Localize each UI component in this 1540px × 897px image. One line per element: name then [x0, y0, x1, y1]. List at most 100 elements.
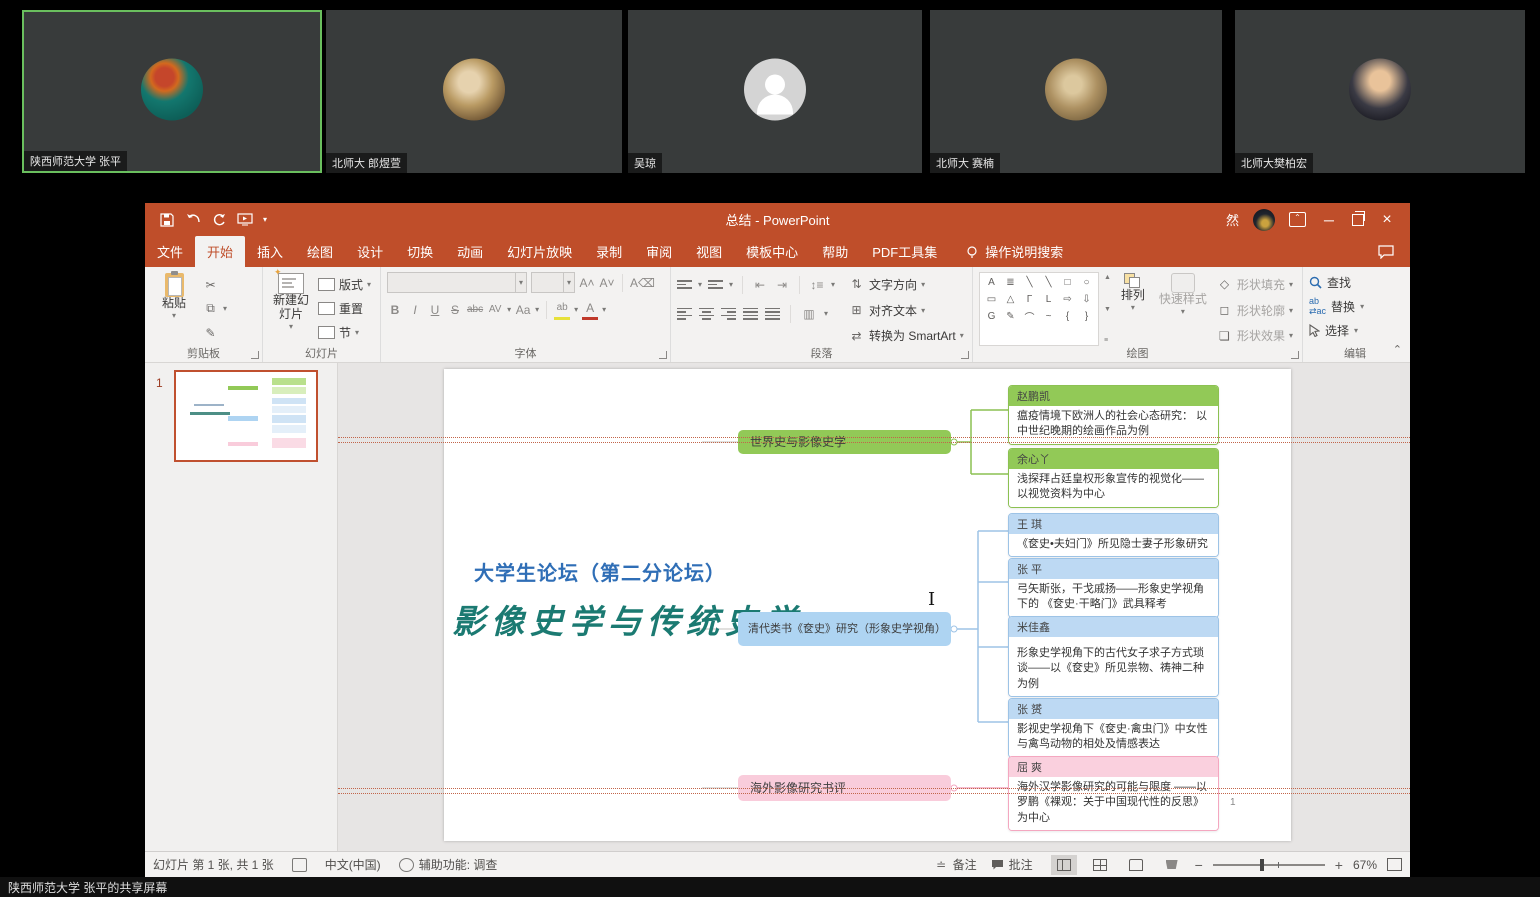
topic-card[interactable]: 赵鹏凯 瘟疫情境下欧洲人的社会心态研究： 以中世纪晚期的绘画作品为例: [1008, 385, 1219, 445]
select-button[interactable]: 选择▾: [1309, 320, 1401, 340]
shape-fill-button[interactable]: 形状填充: [1237, 276, 1285, 293]
align-center-icon[interactable]: [699, 308, 714, 320]
bullets-icon[interactable]: [677, 280, 692, 289]
shape-elbow-arrow-icon[interactable]: L: [1039, 291, 1058, 308]
tab-review[interactable]: 审阅: [634, 236, 684, 267]
strikethrough-button[interactable]: abc: [467, 301, 483, 319]
comments-button[interactable]: 批注: [991, 856, 1033, 873]
minimize-button[interactable]: ─: [1320, 212, 1338, 228]
quick-styles-button[interactable]: 快速样式▾: [1155, 272, 1211, 346]
video-tile[interactable]: 北师大 赛楠: [930, 10, 1222, 173]
decrease-font-icon[interactable]: A˅: [599, 274, 615, 292]
tab-view[interactable]: 视图: [684, 236, 734, 267]
line-spacing-icon[interactable]: ↕≡: [809, 276, 825, 294]
shape-brace-left-icon[interactable]: {: [1058, 308, 1077, 325]
zoom-level[interactable]: 67%: [1353, 858, 1377, 872]
increase-indent-icon[interactable]: ⇥: [774, 276, 790, 294]
clear-formatting-icon[interactable]: A⌫: [630, 274, 655, 292]
branch-node[interactable]: 清代类书《奁史》研究（形象史学视角）: [738, 612, 951, 646]
qat-customize-icon[interactable]: ▾: [263, 215, 267, 224]
video-tile[interactable]: 北师大樊柏宏: [1235, 10, 1525, 173]
slideshow-view-button[interactable]: [1159, 855, 1185, 875]
clipboard-dialog-launcher[interactable]: [251, 351, 259, 359]
zoom-in-button[interactable]: +: [1335, 857, 1343, 873]
topic-card[interactable]: 张 平 弓矢斯张，干戈戚扬——形象史学视角下的 《奁史·干略门》武具释考: [1008, 558, 1219, 618]
shape-elbow-icon[interactable]: Γ: [1020, 291, 1039, 308]
slide-thumbnail[interactable]: [174, 370, 318, 462]
align-right-icon[interactable]: [721, 308, 736, 320]
underline-button[interactable]: U: [427, 301, 443, 319]
change-case-button[interactable]: Aa: [515, 301, 531, 319]
redo-icon[interactable]: [211, 212, 227, 228]
paragraph-dialog-launcher[interactable]: [961, 351, 969, 359]
shape-curve-icon[interactable]: ~: [1039, 308, 1058, 325]
video-tile[interactable]: 吴琼: [628, 10, 922, 173]
shape-rounded-rect-icon[interactable]: ▭: [982, 291, 1001, 308]
ribbon-display-options-icon[interactable]: ⌃: [1289, 212, 1306, 227]
tab-insert[interactable]: 插入: [245, 236, 295, 267]
tab-draw[interactable]: 绘图: [295, 236, 345, 267]
undo-icon[interactable]: [185, 212, 201, 228]
shape-right-arrow-icon[interactable]: ⇨: [1058, 291, 1077, 308]
decrease-indent-icon[interactable]: ⇤: [752, 276, 768, 294]
find-button[interactable]: 查找: [1309, 272, 1401, 292]
shape-scribble-icon[interactable]: ✎: [1001, 308, 1020, 325]
tab-pdf-tools[interactable]: PDF工具集: [860, 236, 949, 267]
shape-effects-button[interactable]: 形状效果: [1237, 327, 1285, 344]
copy-icon[interactable]: ⧉: [202, 301, 219, 317]
cut-icon[interactable]: ✂: [202, 277, 219, 293]
tab-template-center[interactable]: 模板中心: [734, 236, 810, 267]
display-settings-icon[interactable]: [292, 858, 307, 872]
bold-button[interactable]: B: [387, 301, 403, 319]
justify-icon[interactable]: [743, 308, 758, 320]
shape-triangle-icon[interactable]: △: [1001, 291, 1020, 308]
new-slide-button[interactable]: 新建幻灯片▾: [269, 272, 313, 346]
layout-button[interactable]: 版式: [339, 276, 363, 293]
tab-slideshow[interactable]: 幻灯片放映: [495, 236, 584, 267]
tab-file[interactable]: 文件: [145, 236, 195, 267]
smartart-button[interactable]: 转换为 SmartArt: [869, 327, 956, 344]
align-text-button[interactable]: 对齐文本: [869, 302, 917, 319]
reset-button[interactable]: 重置: [339, 300, 363, 317]
topic-card[interactable]: 王 琪 《奁史•夫妇门》所见隐士妻子形象研究: [1008, 513, 1219, 557]
save-icon[interactable]: [159, 212, 175, 228]
font-name-combo[interactable]: ▾: [387, 272, 527, 293]
shape-oval-icon[interactable]: ○: [1077, 274, 1096, 291]
collapse-ribbon-icon[interactable]: ⌃: [1393, 343, 1402, 356]
topic-card[interactable]: 张 赟 影视史学视角下《奁史·禽虫门》中女性与禽鸟动物的相处及情感表达: [1008, 698, 1219, 758]
font-dialog-launcher[interactable]: [659, 351, 667, 359]
slide-sorter-view-button[interactable]: [1087, 855, 1113, 875]
paste-button[interactable]: 粘贴▾: [151, 272, 197, 346]
shape-textbox-icon[interactable]: A: [982, 274, 1001, 291]
slide-editing-surface[interactable]: 大学生论坛（第二分论坛） 影像史学与传统史学 世界史与影像史学 清代类书《奁史》…: [444, 369, 1291, 841]
shape-arrow-line-icon[interactable]: ╲: [1039, 274, 1058, 291]
shape-outline-button[interactable]: 形状轮廓: [1237, 302, 1285, 319]
text-direction-button[interactable]: 文字方向: [869, 276, 917, 293]
tab-record[interactable]: 录制: [584, 236, 634, 267]
shape-vertical-textbox-icon[interactable]: ≣: [1001, 274, 1020, 291]
account-avatar[interactable]: [1253, 209, 1275, 231]
drawing-dialog-launcher[interactable]: [1291, 351, 1299, 359]
align-left-icon[interactable]: [677, 308, 692, 320]
notes-button[interactable]: ≐备注: [935, 856, 977, 873]
shape-brace-right-icon[interactable]: }: [1077, 308, 1096, 325]
highlight-color-button[interactable]: ab: [554, 299, 570, 320]
distribute-icon[interactable]: [765, 308, 780, 320]
section-button[interactable]: 节: [339, 324, 351, 341]
columns-icon[interactable]: ▥: [801, 305, 817, 323]
shapes-scroll-up-icon[interactable]: ▲: [1104, 274, 1111, 281]
zoom-out-button[interactable]: −: [1195, 857, 1203, 873]
close-button[interactable]: ×: [1378, 211, 1396, 229]
numbering-icon[interactable]: [708, 280, 723, 289]
topic-card[interactable]: 米佳鑫 形象史学视角下的古代女子求子方式琐谈——以《奁史》所见祟物、祷神二种为例: [1008, 616, 1219, 697]
fit-to-window-icon[interactable]: [1387, 858, 1402, 871]
normal-view-button[interactable]: [1051, 855, 1077, 875]
zoom-slider-thumb[interactable]: [1260, 859, 1264, 871]
start-slideshow-icon[interactable]: [237, 212, 253, 228]
tab-design[interactable]: 设计: [345, 236, 395, 267]
shape-arc-icon[interactable]: ⌒: [1020, 308, 1039, 325]
comments-icon[interactable]: [1378, 236, 1410, 267]
shape-line-icon[interactable]: ╲: [1020, 274, 1039, 291]
zoom-slider[interactable]: [1213, 864, 1325, 866]
accessibility-status[interactable]: 辅助功能: 调查: [419, 856, 498, 873]
